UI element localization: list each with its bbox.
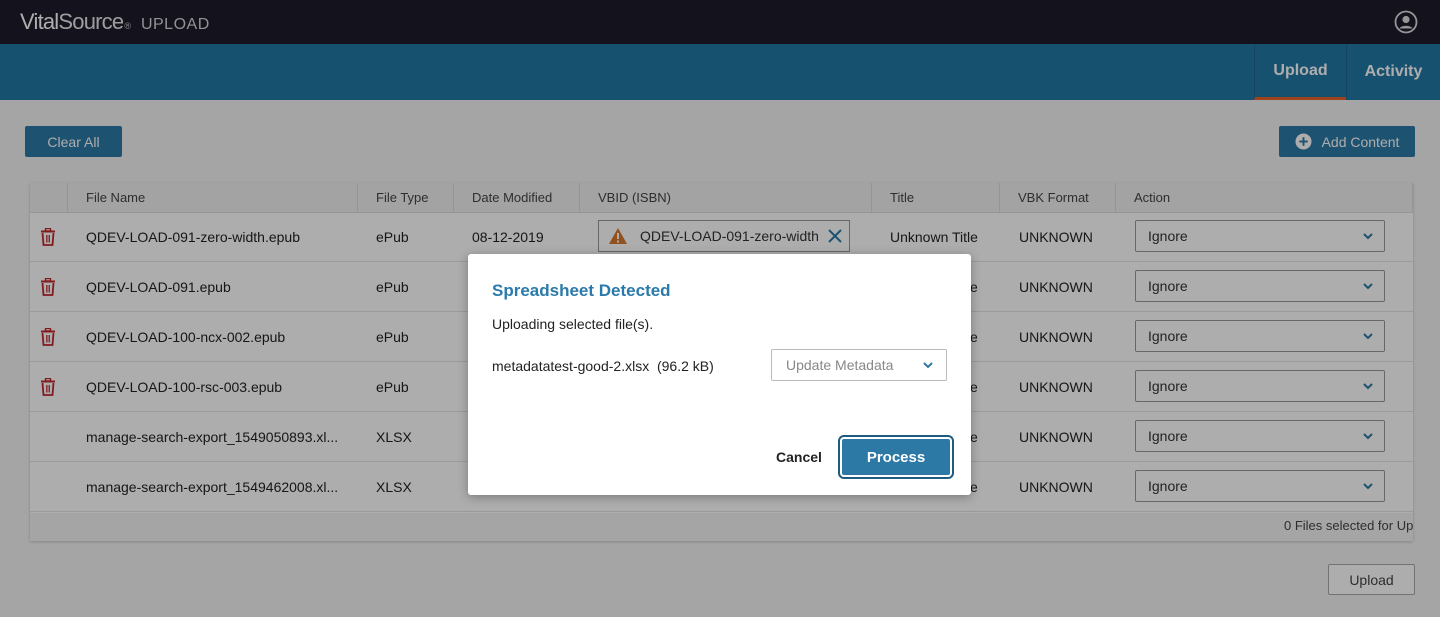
dialog-message: Uploading selected file(s).	[492, 316, 654, 332]
spreadsheet-file-label: metadatatest-good-2.xlsx (96.2 kB)	[492, 358, 714, 374]
dialog-title: Spreadsheet Detected	[492, 281, 671, 300]
spreadsheet-detected-dialog: Spreadsheet Detected Uploading selected …	[468, 254, 971, 495]
metadata-action-select[interactable]: Update Metadata	[771, 349, 947, 381]
process-button[interactable]: Process	[838, 435, 954, 479]
cancel-button[interactable]: Cancel	[764, 441, 834, 473]
metadata-action-placeholder: Update Metadata	[786, 357, 894, 373]
chevron-down-icon	[923, 362, 933, 369]
